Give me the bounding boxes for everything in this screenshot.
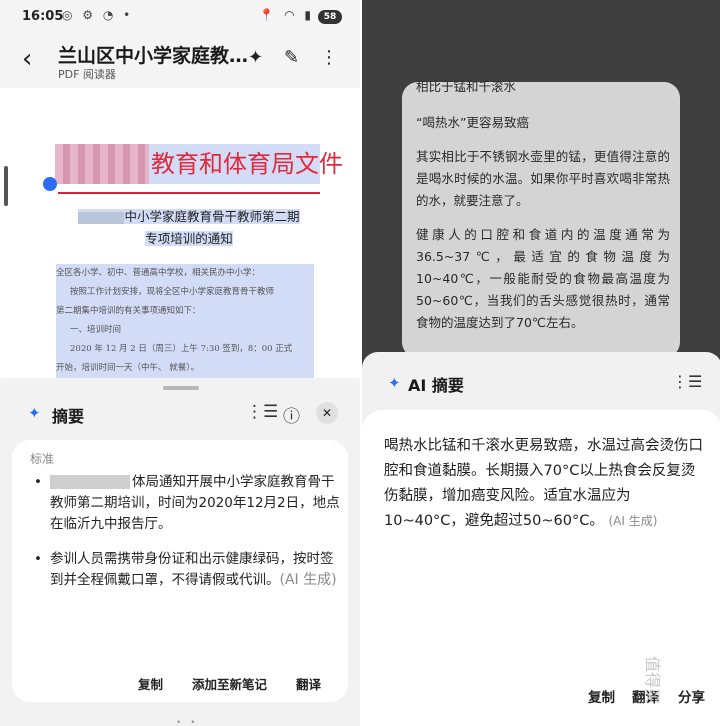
redacted-text xyxy=(50,475,130,489)
summary-bullet: 参训人员需携带身份证和出示健康绿码，按时签到并全程佩戴口罩，不得请假或代训。(A… xyxy=(28,549,340,591)
battery-icon: 58 xyxy=(318,10,342,24)
body-line: 开始，培训时间一天（中午、 就餐）。 xyxy=(56,359,314,378)
selection-handle[interactable] xyxy=(43,177,57,191)
summary-style-icon[interactable]: ⋮☰ xyxy=(672,372,702,391)
summary-style-icon[interactable]: ⋮☰ xyxy=(246,402,278,422)
share-button[interactable]: 分享 xyxy=(678,686,705,706)
info-icon[interactable]: ⓘ xyxy=(283,402,300,427)
heading-text: 教育和体育局文件 xyxy=(151,150,343,178)
more-options-icon[interactable]: ⋮ xyxy=(320,47,338,68)
app-subtitle: PDF 阅读器 xyxy=(58,68,116,81)
summary-actions: 复制 添加至新笔记 翻译 xyxy=(12,674,348,694)
copy-button[interactable]: 复制 xyxy=(138,674,163,693)
app-bar: ‹ 兰山区中小学家庭教… PDF 阅读器 ✦ ✎ ⋮ xyxy=(0,34,360,88)
subheading-line2: 专项培训的通知 xyxy=(145,231,233,246)
screenshot-stage: 16:05 ◎ ⚙ ◔ • 📍 ◠ ▮ 58 ‹ 兰山区中小学家庭教… PDF … xyxy=(0,0,720,726)
red-divider xyxy=(58,192,320,194)
body-line: 第二期集中培训的有关事项通知如下： xyxy=(56,302,314,321)
back-arrow-icon[interactable]: ‹ xyxy=(22,46,32,72)
article-paragraph: 健康人的口腔和食道内的温度通常为36.5~37℃，最适宜的食物温度为10~40℃… xyxy=(416,227,670,330)
document-title: 兰山区中小学家庭教… xyxy=(58,45,249,67)
document-subheading: 中小学家庭教育骨干教师第二期 专项培训的通知 xyxy=(68,206,310,250)
article-text: 相比于锰和千滚水 “喝热水”更容易致癌 其实相比于不锈钢水壶里的锰，更值得注意的… xyxy=(416,76,670,346)
pdf-page[interactable]: 教育和体育局文件 中小学家庭教育骨干教师第二期 专项培训的通知 全区各小学、初中… xyxy=(0,88,360,378)
body-line: 全区各小学、初中、普通高中学校，相关民办中小学： xyxy=(56,264,314,283)
summary-card: 标准 体局通知开展中小学家庭教育骨干教师第二期培训，时间为2020年12月2日，… xyxy=(12,440,348,702)
translate-button[interactable]: 翻译 xyxy=(296,674,321,693)
add-to-note-button[interactable]: 添加至新笔记 xyxy=(192,674,267,693)
ai-summary-sheet: ✦ AI 摘要 ⋮☰ 喝热水比锰和千滚水更易致癌，水温过高会烫伤口腔和食道黏膜。… xyxy=(362,352,720,726)
article-line: 相比于锰和千滚水 xyxy=(416,79,517,94)
copy-button[interactable]: 复制 xyxy=(588,686,615,706)
article-heading: “喝热水”更容易致癌 xyxy=(416,115,529,130)
summary-style-label: 标准 xyxy=(30,452,55,466)
ai-sparkle-icon[interactable]: ✦ xyxy=(248,47,263,68)
status-bar: 16:05 ◎ ⚙ ◔ • 📍 ◠ ▮ 58 xyxy=(0,0,360,34)
scrollbar[interactable] xyxy=(4,166,8,206)
sheet-drag-handle[interactable] xyxy=(163,386,199,390)
summary-title: 摘要 xyxy=(52,407,85,426)
summary-bullet: 体局通知开展中小学家庭教育骨干教师第二期培训，时间为2020年12月2日，地点在… xyxy=(28,472,340,535)
summary-bullets: 体局通知开展中小学家庭教育骨干教师第二期培训，时间为2020年12月2日，地点在… xyxy=(28,472,340,605)
ai-summary-title: AI 摘要 xyxy=(408,376,464,395)
document-body: 全区各小学、初中、普通高中学校，相关民办中小学： 按照工作计划安排，现将全区中小… xyxy=(56,264,314,378)
body-line: 一、培训时间 xyxy=(56,321,314,340)
ai-summary-actions: 复制 翻译 分享 xyxy=(362,686,720,706)
summary-sheet: ✦ 摘要 ⋮☰ ⓘ ✕ 标准 体局通知开展中小学家庭教育骨干教师第二期培训，时间… xyxy=(0,378,360,726)
ai-summary-text: 喝热水比锰和千滚水更易致癌，水温过高会烫伤口腔和食道黏膜。长期摄入70°C以上热… xyxy=(384,434,704,534)
ai-sparkle-icon: ✦ xyxy=(28,404,41,422)
body-line: 2020 年 12 月 2 日（周三）上午 7:30 签到，8：00 正式 xyxy=(56,340,314,359)
close-icon[interactable]: ✕ xyxy=(316,402,338,424)
body-line: 按照工作计划安排，现将全区中小学家庭教育骨干教师 xyxy=(56,283,314,302)
document-heading: 教育和体育局文件 xyxy=(55,144,343,184)
article-paragraph: 其实相比于不锈钢水壶里的锰，更值得注意的是喝水时候的水温。如果你平时喜欢喝非常热… xyxy=(416,149,670,208)
page-indicator: • • xyxy=(176,718,199,726)
subheading-line1: 中小学家庭教育骨干教师第二期 xyxy=(124,209,300,224)
article-screen: 相比于锰和千滚水 “喝热水”更容易致癌 其实相比于不锈钢水壶里的锰，更值得注意的… xyxy=(360,0,720,726)
redacted-text xyxy=(78,211,125,224)
status-right-icons: 📍 ◠ ▮ xyxy=(259,8,314,22)
ai-generated-tag: (AI 生成) xyxy=(279,572,337,588)
edit-icon[interactable]: ✎ xyxy=(284,47,299,68)
ai-summary-card: 喝热水比锰和千滚水更易致癌，水温过高会烫伤口腔和食道黏膜。长期摄入70°C以上热… xyxy=(362,410,720,726)
status-left-icons: ◎ ⚙ ◔ • xyxy=(62,8,134,22)
ai-generated-tag: (AI 生成) xyxy=(608,514,658,528)
redacted-heading-part xyxy=(55,144,149,184)
status-time: 16:05 xyxy=(22,9,64,24)
ai-sparkle-icon: ✦ xyxy=(388,374,401,392)
pdf-reader-screen: 16:05 ◎ ⚙ ◔ • 📍 ◠ ▮ 58 ‹ 兰山区中小学家庭教… PDF … xyxy=(0,0,360,726)
watermark: 值得买 xyxy=(643,655,663,705)
